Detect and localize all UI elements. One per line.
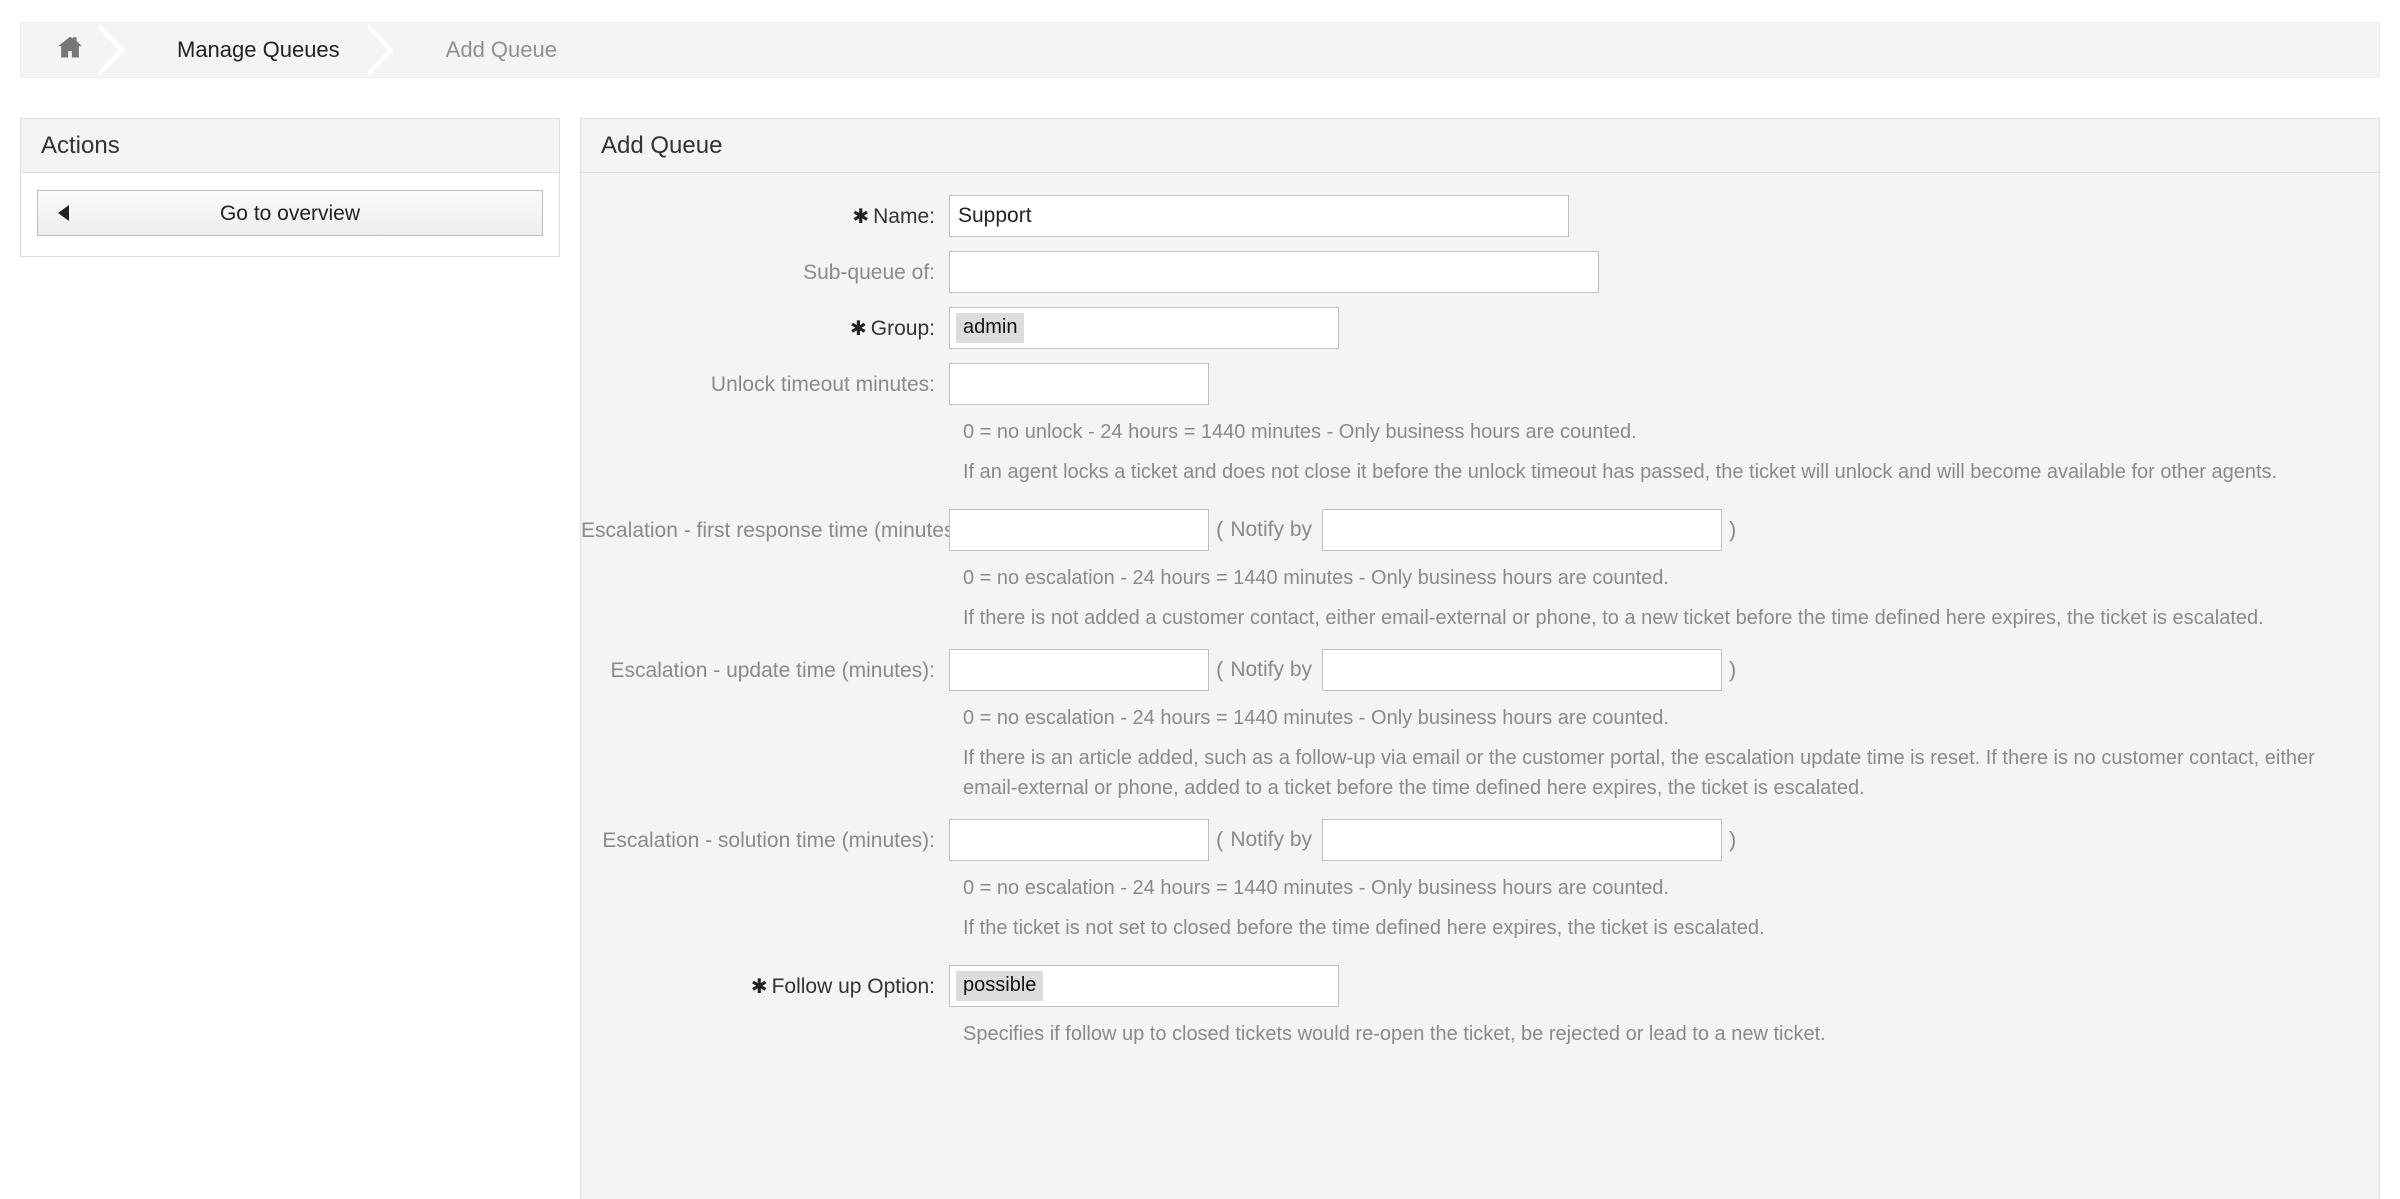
- home-icon: [55, 33, 85, 67]
- follow-up-option-hints: Specifies if follow up to closed tickets…: [949, 1019, 2369, 1049]
- name-label-text: Name:: [873, 205, 935, 228]
- unlock-timeout-hint-2: If an agent locks a ticket and does not …: [963, 461, 2278, 483]
- actions-sidebar-title: Actions: [21, 119, 559, 173]
- first-response-notify-label: Notify by: [1230, 518, 1313, 541]
- update-time-hint-2: If there is an article added, such as a …: [963, 747, 2315, 799]
- breadcrumb-separator-1: [93, 23, 143, 77]
- update-time-input[interactable]: [949, 649, 1209, 691]
- name-label: ✱ Name:: [581, 195, 949, 239]
- follow-up-option-label: ✱ Follow up Option:: [581, 965, 949, 1009]
- field-row-name: ✱ Name:: [581, 195, 2379, 239]
- page-title: Add Queue: [581, 119, 2379, 173]
- breadcrumb-item-manage-queues[interactable]: Manage Queues: [143, 23, 368, 77]
- first-response-hint-2: If there is not added a customer contact…: [963, 607, 2264, 629]
- first-response-notify-select[interactable]: [1322, 509, 1723, 551]
- solution-time-open-paren: (: [1216, 827, 1224, 852]
- breadcrumb-home[interactable]: [21, 23, 99, 77]
- solution-time-close-paren: ): [1729, 827, 1737, 852]
- follow-up-option-selected-chip: possible: [956, 971, 1044, 1001]
- solution-time-label: Escalation - solution time (minutes):: [602, 829, 935, 852]
- field-row-subqueue: Sub-queue of:: [581, 251, 2379, 295]
- group-control: admin: [949, 307, 1339, 349]
- unlock-timeout-control: [949, 363, 1209, 405]
- update-time-label: Escalation - update time (minutes):: [610, 659, 935, 682]
- field-row-unlock-timeout: Unlock timeout minutes:: [581, 363, 2379, 407]
- solution-time-input[interactable]: [949, 819, 1209, 861]
- group-label-text: Group:: [870, 317, 935, 340]
- follow-up-option-label-text: Follow up Option:: [771, 975, 935, 998]
- unlock-timeout-hint-1: 0 = no unlock - 24 hours = 1440 minutes …: [963, 421, 1637, 443]
- name-control: [949, 195, 1569, 237]
- first-response-input[interactable]: [949, 509, 1209, 551]
- update-time-notify-select[interactable]: [1322, 649, 1723, 691]
- unlock-timeout-hints: 0 = no unlock - 24 hours = 1440 minutes …: [949, 417, 2369, 487]
- breadcrumb-label: Add Queue: [445, 37, 557, 62]
- update-time-hint-1: 0 = no escalation - 24 hours = 1440 minu…: [963, 707, 1669, 729]
- first-response-control: ( Notify by ): [949, 509, 1743, 551]
- field-row-solution-time: Escalation - solution time (minutes): ( …: [581, 819, 2379, 863]
- follow-up-option-hint-1: Specifies if follow up to closed tickets…: [963, 1023, 1826, 1045]
- breadcrumb-label: Manage Queues: [177, 37, 340, 62]
- go-to-overview-label: Go to overview: [219, 202, 361, 225]
- update-time-close-paren: ): [1729, 657, 1737, 682]
- update-time-control: ( Notify by ): [949, 649, 1743, 691]
- required-marker: ✱: [750, 976, 768, 998]
- breadcrumb-separator-2: [361, 23, 412, 77]
- name-input[interactable]: [949, 195, 1569, 237]
- unlock-timeout-label: Unlock timeout minutes:: [710, 373, 935, 396]
- update-time-hints: 0 = no escalation - 24 hours = 1440 minu…: [949, 703, 2369, 803]
- unlock-timeout-input[interactable]: [949, 363, 1209, 405]
- update-time-notify-label: Notify by: [1230, 658, 1313, 681]
- solution-time-control: ( Notify by ): [949, 819, 1743, 861]
- required-marker: ✱: [850, 318, 867, 340]
- first-response-open-paren: (: [1216, 517, 1224, 542]
- solution-time-notify-label: Notify by: [1230, 828, 1313, 851]
- field-row-group: ✱ Group: admin: [581, 307, 2379, 351]
- field-row-update-time: Escalation - update time (minutes): ( No…: [581, 649, 2379, 693]
- caret-left-icon: [58, 205, 69, 221]
- actions-sidebar: Actions Go to overview: [20, 118, 560, 257]
- group-selected-chip: admin: [956, 313, 1025, 343]
- group-label: ✱ Group:: [581, 307, 949, 351]
- actions-sidebar-body: Go to overview: [21, 173, 559, 256]
- solution-time-hint-2: If the ticket is not set to closed befor…: [963, 917, 1765, 939]
- solution-time-hints: 0 = no escalation - 24 hours = 1440 minu…: [949, 873, 2369, 943]
- add-queue-panel: Add Queue ✱Name: Sub-queue of: ✱Group:: [580, 118, 2380, 1199]
- required-marker: ✱: [852, 206, 870, 228]
- add-queue-form: ✱Name: Sub-queue of: ✱Group: admin: [581, 173, 2379, 1049]
- field-row-first-response: Escalation - first response time (minute…: [581, 509, 2379, 553]
- go-to-overview-button[interactable]: Go to overview: [37, 190, 543, 236]
- follow-up-option-control: possible: [949, 965, 1339, 1007]
- field-row-follow-up-option: ✱ Follow up Option: possible: [581, 965, 2379, 1009]
- first-response-label: Escalation - first response time (minute…: [581, 519, 968, 542]
- subqueue-label: Sub-queue of:: [803, 261, 935, 284]
- follow-up-option-select[interactable]: possible: [949, 965, 1339, 1007]
- group-select[interactable]: admin: [949, 307, 1339, 349]
- breadcrumb-item-add-queue: Add Queue: [412, 23, 585, 77]
- breadcrumb: Manage Queues Add Queue: [20, 22, 2380, 78]
- solution-time-hint-1: 0 = no escalation - 24 hours = 1440 minu…: [963, 877, 1669, 899]
- first-response-hints: 0 = no escalation - 24 hours = 1440 minu…: [949, 563, 2369, 633]
- solution-time-notify-select[interactable]: [1322, 819, 1723, 861]
- subqueue-control: [949, 251, 1599, 293]
- first-response-close-paren: ): [1729, 517, 1737, 542]
- first-response-hint-1: 0 = no escalation - 24 hours = 1440 minu…: [963, 567, 1669, 589]
- update-time-open-paren: (: [1216, 657, 1224, 682]
- subqueue-select[interactable]: [949, 251, 1599, 293]
